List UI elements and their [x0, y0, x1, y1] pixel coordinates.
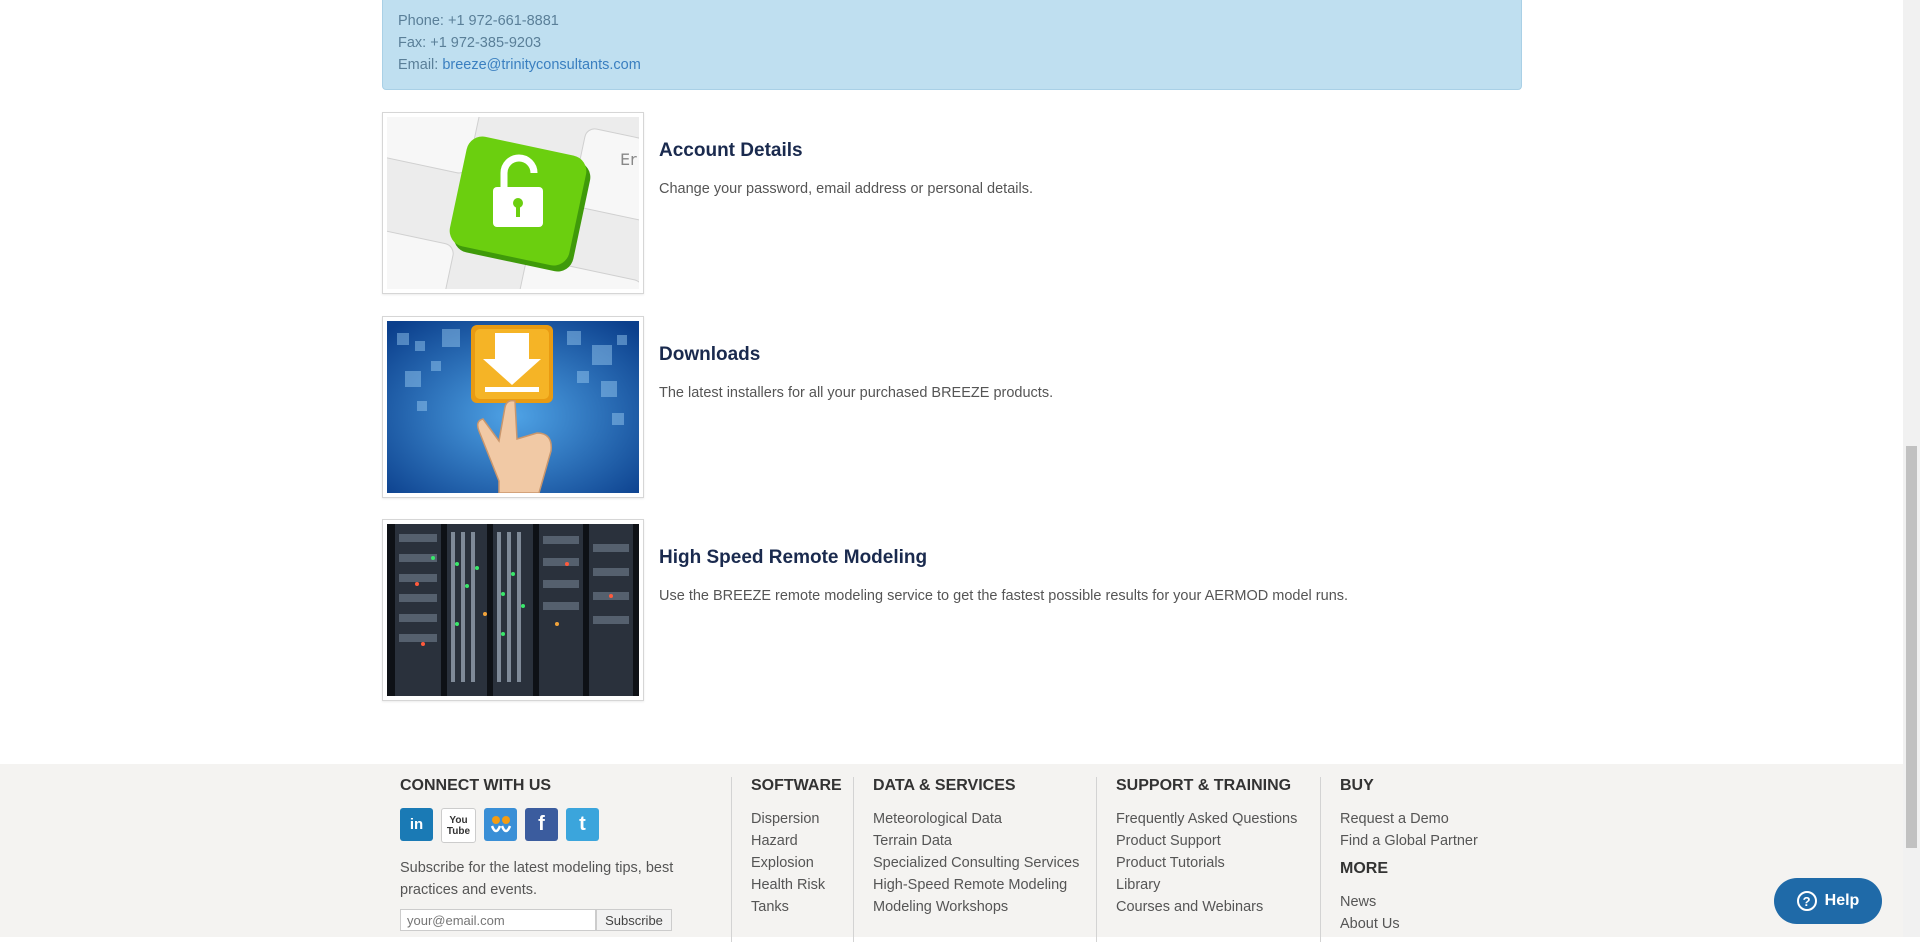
remote-modeling-title[interactable]: High Speed Remote Modeling: [659, 547, 927, 569]
scrollbar-thumb[interactable]: [1906, 446, 1917, 848]
contact-fax: Fax: +1 972-385-9203: [398, 35, 542, 51]
support-heading: SUPPORT & TRAINING: [1116, 777, 1292, 794]
footer-link-courses-webinars[interactable]: Courses and Webinars: [1116, 896, 1297, 918]
page-scrollbar[interactable]: [1903, 0, 1920, 937]
site-footer: CONNECT WITH US in You Tube slideshare f…: [0, 764, 1903, 942]
footer-link-consulting-services[interactable]: Specialized Consulting Services: [873, 852, 1079, 874]
footer-link-remote-modeling[interactable]: High-Speed Remote Modeling: [873, 874, 1079, 896]
youtube-icon[interactable]: You Tube: [441, 808, 476, 843]
footer-link-global-partner[interactable]: Find a Global Partner: [1340, 830, 1478, 852]
footer-support-column: SUPPORT & TRAINING Frequently Asked Ques…: [1116, 777, 1297, 918]
contact-email-link[interactable]: breeze@trinityconsultants.com: [442, 57, 640, 73]
footer-link-modeling-workshops[interactable]: Modeling Workshops: [873, 896, 1079, 918]
svg-text:Er: Er: [620, 150, 637, 169]
footer-divider: [731, 777, 732, 942]
more-heading: MORE: [1340, 860, 1388, 877]
downloads-card: Downloads The latest installers for all …: [382, 316, 1522, 498]
footer-link-news[interactable]: News: [1340, 891, 1478, 913]
footer-divider: [1096, 777, 1097, 942]
account-details-title[interactable]: Account Details: [659, 140, 803, 162]
buy-heading: BUY: [1340, 777, 1374, 794]
footer-connect-column: CONNECT WITH US in You Tube slideshare f…: [400, 777, 680, 931]
help-button-label: Help: [1824, 892, 1860, 909]
contact-phone: Phone: +1 972-661-8881: [398, 13, 559, 29]
footer-divider: [1320, 777, 1321, 942]
downloads-thumbnail[interactable]: [382, 316, 644, 498]
footer-link-explosion[interactable]: Explosion: [751, 852, 842, 874]
contact-email-row: Email: breeze@trinityconsultants.com: [398, 54, 1506, 76]
subscribe-button[interactable]: Subscribe: [596, 909, 672, 931]
unlock-key-image: Er: [387, 117, 639, 289]
subscribe-email-input[interactable]: [400, 909, 596, 931]
twitter-icon[interactable]: t: [566, 808, 599, 841]
footer-link-product-tutorials[interactable]: Product Tutorials: [1116, 852, 1297, 874]
downloads-description: The latest installers for all your purch…: [659, 385, 1054, 401]
footer-link-request-demo[interactable]: Request a Demo: [1340, 808, 1478, 830]
account-details-description: Change your password, email address or p…: [659, 181, 1033, 197]
contact-info-box: Phone: +1 972-661-8881 Fax: +1 972-385-9…: [382, 0, 1522, 90]
footer-buy-column: BUY Request a Demo Find a Global Partner…: [1340, 777, 1478, 935]
data-services-heading: DATA & SERVICES: [873, 777, 1016, 794]
subscribe-form: Subscribe: [400, 909, 680, 931]
footer-link-health-risk[interactable]: Health Risk: [751, 874, 842, 896]
server-rack-image: [387, 524, 639, 696]
connect-heading: CONNECT WITH US: [400, 777, 552, 794]
footer-link-library[interactable]: Library: [1116, 874, 1297, 896]
download-touch-image: [387, 321, 639, 493]
remote-modeling-thumbnail[interactable]: [382, 519, 644, 701]
facebook-icon[interactable]: f: [525, 808, 558, 841]
subscribe-text: Subscribe for the latest modeling tips, …: [400, 860, 674, 898]
remote-modeling-card: High Speed Remote Modeling Use the BREEZ…: [382, 519, 1522, 701]
account-details-card: Er Account Details Change your password,…: [382, 112, 1522, 294]
footer-link-faq[interactable]: Frequently Asked Questions: [1116, 808, 1297, 830]
remote-modeling-description: Use the BREEZE remote modeling service t…: [659, 588, 1349, 604]
footer-data-services-column: DATA & SERVICES Meteorological Data Terr…: [873, 777, 1079, 918]
software-heading: SOFTWARE: [751, 777, 842, 794]
help-button[interactable]: ? Help: [1774, 878, 1882, 924]
footer-link-tanks[interactable]: Tanks: [751, 896, 842, 918]
account-details-thumbnail[interactable]: Er: [382, 112, 644, 294]
footer-link-dispersion[interactable]: Dispersion: [751, 808, 842, 830]
downloads-title[interactable]: Downloads: [659, 344, 760, 366]
footer-link-terrain-data[interactable]: Terrain Data: [873, 830, 1079, 852]
footer-divider: [853, 777, 854, 942]
footer-link-hazard[interactable]: Hazard: [751, 830, 842, 852]
linkedin-icon[interactable]: in: [400, 808, 433, 841]
footer-link-about-us[interactable]: About Us: [1340, 913, 1478, 935]
question-mark-icon: ?: [1796, 891, 1817, 911]
footer-link-product-support[interactable]: Product Support: [1116, 830, 1297, 852]
contact-email-label: Email:: [398, 57, 443, 73]
slideshare-icon[interactable]: slideshare: [484, 808, 517, 841]
footer-software-column: SOFTWARE Dispersion Hazard Explosion Hea…: [751, 777, 842, 918]
social-icons: in You Tube slideshare f t: [400, 808, 680, 843]
footer-link-meteorological-data[interactable]: Meteorological Data: [873, 808, 1079, 830]
